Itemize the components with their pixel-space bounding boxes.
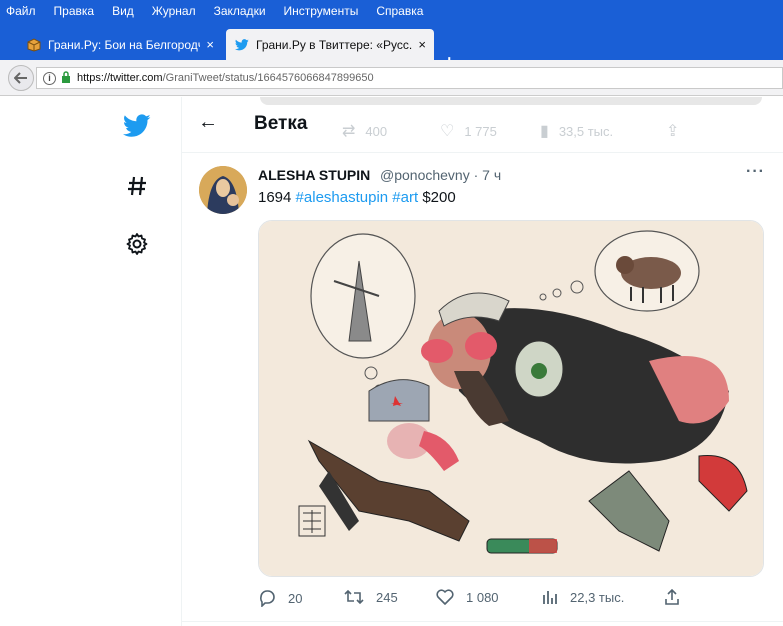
browser-back-button[interactable]: [8, 65, 34, 91]
heart-icon: ♡: [440, 123, 455, 140]
tweet-text: 1694 #aleshastupin #art $200: [258, 189, 456, 206]
ghost-retweet-stat: ⇄ 400: [342, 123, 388, 140]
back-arrow-icon[interactable]: ←: [198, 111, 218, 134]
like-button[interactable]: 1 080: [436, 589, 499, 605]
reply-icon: [260, 590, 275, 607]
share-icon: [665, 589, 679, 605]
analytics-icon: ▮: [540, 123, 549, 140]
thread-header: ← Ветка ⇄ 400 ♡ 1 775 ▮ 33,5 тыс. ⇪: [182, 97, 783, 153]
author-name[interactable]: ALESHA STUPIN: [258, 167, 370, 183]
lock-icon[interactable]: [61, 70, 71, 86]
views-count: 22,3 тыс.: [570, 589, 625, 605]
ghost-like-stat: ♡ 1 775: [440, 123, 497, 140]
retweet-icon: ⇄: [342, 123, 356, 140]
tab-title: Грани.Ру: Бои на Белгородч...: [48, 37, 201, 52]
tab-title: Грани.Ру в Твиттере: «Русс...: [256, 37, 413, 52]
twitter-logo-icon[interactable]: [122, 111, 152, 141]
tab-close-icon[interactable]: ×: [206, 37, 214, 52]
header-separator: [182, 152, 783, 153]
box-icon: [26, 37, 42, 53]
retweet-button[interactable]: 245: [344, 589, 398, 605]
hashtag-link[interactable]: #art: [392, 189, 418, 206]
analytics-icon: [543, 591, 557, 604]
navigation-bar: i https://twitter.com /GraniTweet/status…: [0, 60, 783, 96]
retweet-icon: [344, 589, 364, 605]
url-host: https://twitter.com: [77, 72, 163, 84]
bottom-separator: [182, 621, 783, 622]
menu-bookmarks[interactable]: Закладки: [214, 4, 266, 18]
page-title: Ветка: [254, 113, 308, 134]
tab-close-icon[interactable]: ×: [418, 37, 426, 52]
author-handle-time[interactable]: @ponochevny · 7 ч: [380, 167, 501, 183]
menu-help[interactable]: Справка: [376, 4, 423, 18]
heart-icon: [436, 589, 454, 605]
hashtag-link[interactable]: #aleshastupin: [296, 189, 389, 206]
url-path: /GraniTweet/status/1664576066847899650: [162, 72, 374, 84]
menu-view[interactable]: Вид: [112, 4, 134, 18]
settings-gear-icon[interactable]: [122, 229, 152, 259]
info-icon[interactable]: i: [43, 71, 56, 85]
avatar[interactable]: [199, 166, 247, 214]
tab-bar: Грани.Ру: Бои на Белгородч... × Грани.Ру…: [0, 22, 783, 72]
explore-hashtag-icon[interactable]: [122, 171, 152, 201]
column-divider: [181, 97, 182, 626]
twitter-bird-icon: [234, 37, 250, 53]
url-bar[interactable]: i https://twitter.com /GraniTweet/status…: [36, 67, 783, 89]
reply-button[interactable]: 20: [258, 589, 302, 607]
menu-file[interactable]: Файл: [6, 4, 36, 18]
tweet-actions: 20 245 1 080 22,3 тыс.: [258, 589, 688, 613]
share-button[interactable]: [664, 589, 692, 605]
like-count: 1 080: [466, 589, 499, 605]
twitter-page: ← Ветка ⇄ 400 ♡ 1 775 ▮ 33,5 тыс. ⇪ ALESHA …: [0, 97, 783, 626]
tweet-image[interactable]: [258, 220, 764, 577]
tab-grani-twitter[interactable]: Грани.Ру в Твиттере: «Русс... ×: [226, 29, 434, 60]
tab-grani-news[interactable]: Грани.Ру: Бои на Белгородч... ×: [18, 29, 222, 60]
retweet-count: 245: [376, 589, 398, 605]
reply-count: 20: [288, 590, 303, 606]
menu-edit[interactable]: Правка: [54, 4, 95, 18]
arrow-left-icon: [14, 72, 27, 84]
menu-history[interactable]: Журнал: [152, 4, 196, 18]
ghost-share-icon: ⇪: [666, 123, 680, 140]
menu-tools[interactable]: Инструменты: [284, 4, 359, 18]
menu-bar: Файл Правка Вид Журнал Закладки Инструме…: [0, 0, 783, 22]
ghost-views-stat: ▮ 33,5 тыс.: [540, 123, 614, 140]
more-options-icon[interactable]: ···: [746, 163, 765, 181]
left-navigation: [100, 97, 180, 626]
views-button[interactable]: 22,3 тыс.: [542, 589, 624, 605]
